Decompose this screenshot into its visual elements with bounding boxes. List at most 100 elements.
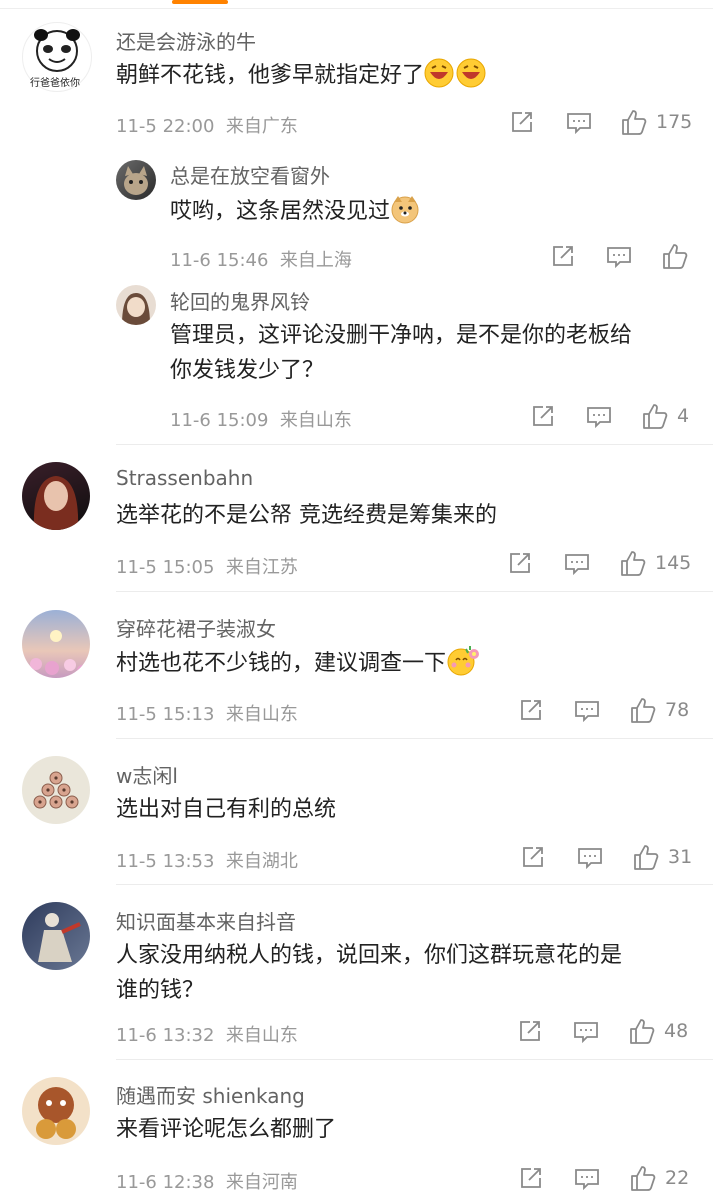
thumbs-up-icon bbox=[663, 244, 688, 269]
share-icon bbox=[523, 847, 543, 867]
comment-meta: 11-5 13:53 来自湖北 bbox=[116, 847, 298, 873]
avatar-caption: 行爸爸依你 bbox=[30, 78, 80, 89]
share-button[interactable] bbox=[521, 845, 545, 869]
like-button[interactable]: 145 bbox=[619, 549, 691, 577]
like-button[interactable]: 78 bbox=[629, 696, 689, 724]
timestamp: 11-5 22:00 bbox=[116, 116, 215, 137]
like-button[interactable]: 31 bbox=[632, 843, 692, 871]
comment-icon bbox=[575, 1169, 599, 1191]
divider bbox=[0, 8, 713, 9]
share-button[interactable] bbox=[531, 404, 555, 428]
share-icon bbox=[512, 112, 532, 132]
username[interactable]: 随遇而安 shienkang bbox=[116, 1080, 305, 1109]
like-button[interactable]: 4 bbox=[641, 402, 689, 430]
location: 来自山东 bbox=[225, 704, 298, 725]
avatar[interactable] bbox=[116, 285, 156, 325]
location: 来自广东 bbox=[225, 116, 298, 137]
reply-button[interactable] bbox=[574, 1167, 600, 1191]
share-button[interactable] bbox=[518, 1019, 542, 1043]
comment-icon bbox=[578, 848, 602, 870]
reply-button[interactable] bbox=[574, 699, 600, 723]
location: 来自江苏 bbox=[225, 557, 298, 578]
reply-button[interactable] bbox=[586, 405, 612, 429]
comment-meta: 11-6 13:32 来自山东 bbox=[116, 1021, 298, 1047]
avatar[interactable] bbox=[22, 902, 90, 970]
share-icon bbox=[510, 553, 530, 573]
flowers-avatar-icon bbox=[30, 630, 87, 675]
active-tab-indicator bbox=[172, 0, 228, 4]
like-button[interactable]: 175 bbox=[620, 108, 692, 136]
thumbs-up-icon bbox=[631, 698, 656, 723]
timestamp: 11-6 15:09 bbox=[170, 410, 269, 431]
like-count: 31 bbox=[668, 846, 693, 868]
share-button[interactable] bbox=[519, 698, 543, 722]
timestamp: 11-5 15:05 bbox=[116, 557, 215, 578]
timestamp: 11-5 13:53 bbox=[116, 851, 215, 872]
comment-meta: 11-6 15:46 来自上海 bbox=[170, 246, 352, 272]
username[interactable]: 还是会游泳的牛 bbox=[116, 26, 256, 55]
timestamp: 11-6 12:38 bbox=[116, 1172, 215, 1193]
comment-text: 选出对自己有利的总统 bbox=[116, 797, 337, 822]
like-button[interactable] bbox=[661, 242, 689, 270]
username[interactable]: w志闲l bbox=[116, 760, 178, 789]
share-button[interactable] bbox=[551, 244, 575, 268]
share-button[interactable] bbox=[508, 551, 532, 575]
like-count: 78 bbox=[665, 699, 690, 721]
reply-button[interactable] bbox=[606, 245, 632, 269]
game-character-avatar-icon bbox=[38, 913, 81, 962]
comment-meta: 11-5 15:13 来自山东 bbox=[116, 700, 298, 726]
username[interactable]: 轮回的鬼界风铃 bbox=[170, 286, 310, 315]
timestamp: 11-6 15:46 bbox=[170, 250, 269, 271]
cartoon-avatar-icon bbox=[36, 1087, 76, 1139]
comment-icon bbox=[574, 1022, 598, 1044]
comment-icon bbox=[565, 554, 589, 576]
share-icon bbox=[521, 1168, 541, 1188]
comment-icon bbox=[587, 407, 611, 429]
pencils-avatar-icon bbox=[33, 771, 79, 809]
share-icon bbox=[520, 1021, 540, 1041]
divider bbox=[116, 1059, 713, 1060]
reply-button[interactable] bbox=[577, 846, 603, 870]
location: 来自山东 bbox=[279, 410, 352, 431]
reply-button[interactable] bbox=[566, 111, 592, 135]
flower-face-emoji-icon bbox=[446, 646, 480, 687]
location: 来自上海 bbox=[279, 250, 352, 271]
comment-text-line-1: 人家没用纳税人的钱，说回来，你们这群玩意花的是 bbox=[116, 943, 623, 968]
comment-text: 哎哟，这条居然没见过 bbox=[170, 194, 420, 235]
doge-emoji-icon bbox=[390, 194, 420, 235]
comment-icon bbox=[607, 247, 631, 269]
like-count: 22 bbox=[665, 1167, 690, 1189]
avatar[interactable] bbox=[22, 756, 90, 824]
like-count: 4 bbox=[677, 405, 690, 427]
avatar[interactable] bbox=[22, 462, 90, 530]
avatar[interactable] bbox=[22, 1077, 90, 1145]
share-icon bbox=[521, 700, 541, 720]
reply-button[interactable] bbox=[564, 552, 590, 576]
comment-text: 来看评论呢怎么都删了 bbox=[116, 1117, 337, 1142]
username[interactable]: 知识面基本来自抖音 bbox=[116, 906, 296, 935]
share-icon bbox=[553, 246, 573, 266]
username[interactable]: Strassenbahn bbox=[116, 466, 253, 490]
share-button[interactable] bbox=[510, 110, 534, 134]
comment-meta: 11-5 22:00 来自广东 bbox=[116, 112, 298, 138]
like-button[interactable]: 22 bbox=[629, 1164, 689, 1192]
location: 来自山东 bbox=[225, 1025, 298, 1046]
comment-text-line-2: 你发钱发少了？ bbox=[170, 358, 325, 383]
like-button[interactable]: 48 bbox=[628, 1017, 688, 1045]
share-button[interactable] bbox=[519, 1166, 543, 1190]
avatar[interactable] bbox=[116, 160, 156, 200]
comment-text: 选举花的不是公帑 竞选经费是筹集来的 bbox=[116, 503, 497, 528]
comment-icon bbox=[575, 701, 599, 723]
timestamp: 11-6 13:32 bbox=[116, 1025, 215, 1046]
location: 来自湖北 bbox=[225, 851, 298, 872]
woman-avatar-icon bbox=[33, 476, 79, 530]
thumbs-up-icon bbox=[621, 551, 646, 576]
username[interactable]: 总是在放空看窗外 bbox=[170, 160, 330, 189]
avatar[interactable] bbox=[22, 610, 90, 678]
reply-button[interactable] bbox=[573, 1020, 599, 1044]
like-count: 48 bbox=[664, 1020, 689, 1042]
comment-text: 朝鲜不花钱，他爹早就指定好了 bbox=[116, 58, 486, 99]
username[interactable]: 穿碎花裙子装淑女 bbox=[116, 613, 276, 642]
top-tab-bar bbox=[0, 0, 713, 10]
comment-icon bbox=[567, 113, 591, 135]
